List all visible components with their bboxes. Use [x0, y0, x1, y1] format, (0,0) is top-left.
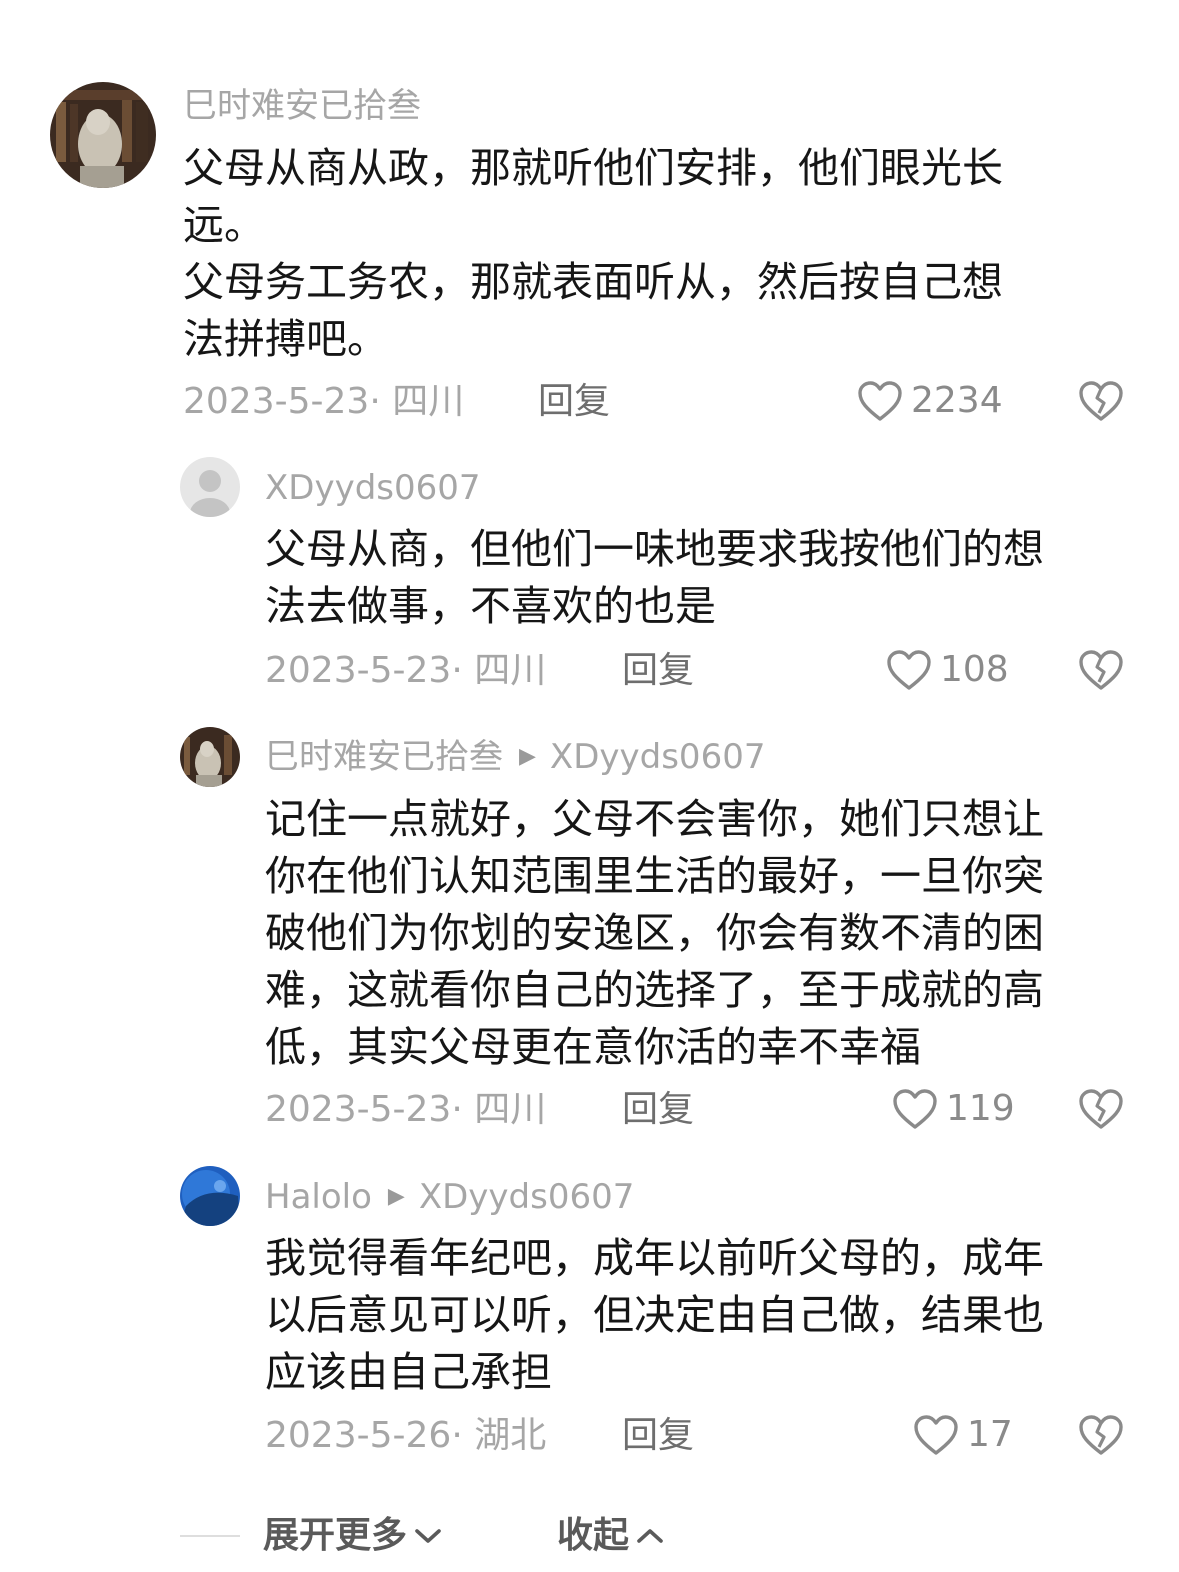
comment-author[interactable]: XDyyds0607	[265, 468, 481, 508]
like-count: 2234	[911, 380, 1003, 421]
comment-location: 四川	[392, 381, 465, 422]
reply-button[interactable]: 回复	[622, 1090, 694, 1130]
comment-date: 2023-5-26	[265, 1415, 452, 1456]
reply-button[interactable]: 回复	[622, 651, 694, 691]
dislike-button[interactable]	[1078, 649, 1124, 695]
comment-author[interactable]: 巳时难安已拾叁	[183, 86, 421, 126]
comment-meta: 2023-5-23 · 四川	[265, 650, 547, 691]
chevron-up-icon	[637, 1529, 663, 1543]
avatar[interactable]	[180, 1166, 240, 1226]
like-button[interactable]: 119	[892, 1088, 1015, 1130]
chevron-down-icon	[415, 1529, 441, 1543]
comment-author[interactable]: Halolo ▶ XDyyds0607	[265, 1177, 634, 1217]
collapse-button[interactable]: 收起	[557, 1516, 665, 1556]
reply-button[interactable]: 回复	[622, 1416, 694, 1456]
reply-to-user: XDyyds0607	[418, 1177, 635, 1217]
comment-text: 我觉得看年纪吧，成年以前听父母的，成年 以后意见可以听，但决定由自己做，结果也 …	[265, 1234, 1044, 1396]
comment-text: 父母从商，但他们一味地要求我按他们的想 法去做事，不喜欢的也是	[265, 525, 1044, 630]
comment-date: 2023-5-23	[183, 381, 370, 422]
reply-to-user: XDyyds0607	[549, 737, 766, 777]
like-button[interactable]: 17	[913, 1414, 1013, 1456]
heart-outline-icon	[893, 1089, 937, 1129]
divider	[180, 1535, 240, 1537]
broken-heart-icon	[1079, 381, 1123, 421]
dislike-button[interactable]	[1078, 1414, 1124, 1460]
like-count: 119	[946, 1088, 1015, 1129]
broken-heart-icon	[1079, 1089, 1123, 1129]
avatar[interactable]	[180, 457, 240, 517]
reply-button[interactable]: 回复	[538, 382, 610, 422]
comment-meta: 2023-5-23 · 四川	[265, 1089, 547, 1130]
avatar[interactable]	[180, 727, 240, 787]
heart-outline-icon	[858, 381, 902, 421]
comment-text: 记住一点就好，父母不会害你，她们只想让 你在他们认知范围里生活的最好，一旦你突 …	[265, 795, 1044, 1071]
comment-meta: 2023-5-26 · 湖北	[265, 1415, 547, 1456]
expand-more-button[interactable]: 展开更多	[263, 1516, 443, 1556]
like-button[interactable]: 108	[886, 649, 1009, 691]
triangle-right-icon: ▶	[387, 1184, 405, 1209]
comment-date: 2023-5-23	[265, 650, 452, 691]
comment-meta: 2023-5-23 · 四川	[183, 381, 465, 422]
broken-heart-icon	[1079, 1415, 1123, 1455]
dislike-button[interactable]	[1078, 380, 1124, 426]
comment-date: 2023-5-23	[265, 1089, 452, 1130]
comment-text: 父母从商从政，那就听他们安排，他们眼光长 远。 父母务工务农，那就表面听从，然后…	[183, 144, 1003, 363]
like-count: 108	[940, 649, 1009, 690]
avatar[interactable]	[50, 82, 156, 188]
like-count: 17	[967, 1414, 1013, 1455]
heart-outline-icon	[887, 650, 931, 690]
comment-author[interactable]: 巳时难安已拾叁 ▶ XDyyds0607	[265, 737, 765, 777]
triangle-right-icon: ▶	[519, 744, 536, 769]
broken-heart-icon	[1079, 650, 1123, 690]
comment-location: 四川	[474, 1089, 547, 1130]
like-button[interactable]: 2234	[857, 380, 1003, 422]
dislike-button[interactable]	[1078, 1088, 1124, 1134]
heart-outline-icon	[914, 1415, 958, 1455]
comment-location: 四川	[474, 650, 547, 691]
comment-location: 湖北	[474, 1415, 547, 1456]
